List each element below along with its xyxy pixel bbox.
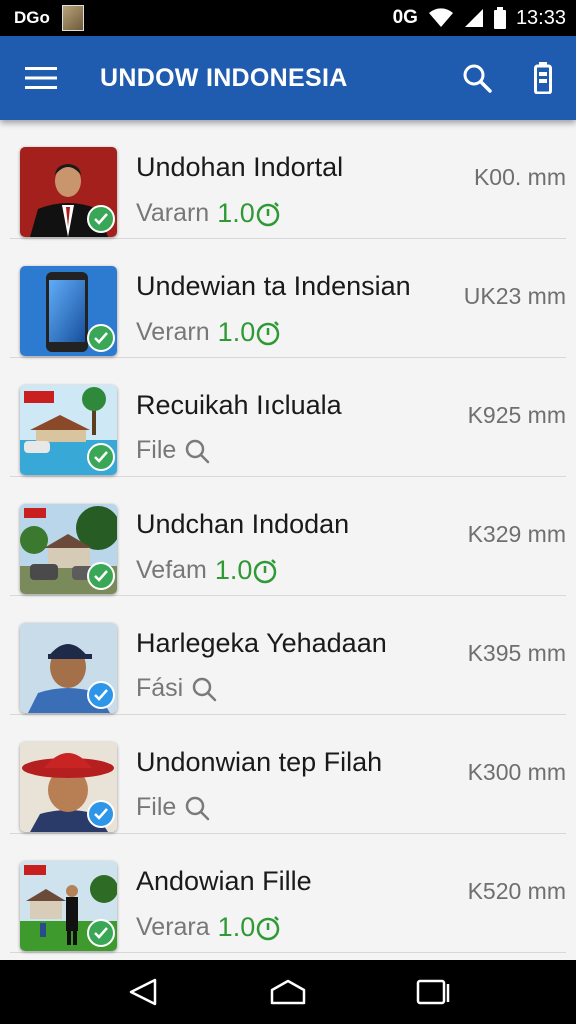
back-icon bbox=[129, 978, 156, 1006]
search-button[interactable] bbox=[444, 36, 510, 120]
back-button[interactable] bbox=[113, 962, 173, 1022]
version-clock-icon bbox=[256, 201, 279, 226]
verified-badge-icon bbox=[87, 324, 115, 352]
search-icon bbox=[186, 439, 210, 463]
item-subtitle: Fási bbox=[136, 674, 184, 702]
version-clock-icon bbox=[256, 320, 280, 345]
item-size: UK23 mm bbox=[463, 283, 566, 309]
signal-icon bbox=[464, 9, 483, 27]
item-title: Undchan Indodan bbox=[136, 509, 350, 539]
wifi-icon bbox=[428, 8, 453, 27]
item-thumbnail bbox=[20, 623, 117, 713]
navigation-bar bbox=[0, 960, 576, 1024]
list-item[interactable]: Undewian ta Indensian Verarn 1.0 UK23 mm bbox=[10, 239, 566, 358]
item-subtitle: Vararn bbox=[136, 199, 210, 227]
item-thumbnail bbox=[20, 266, 117, 356]
search-icon bbox=[186, 796, 210, 820]
app-title: UNDOW INDONESIA bbox=[100, 63, 348, 92]
item-thumbnail bbox=[20, 861, 117, 951]
status-bar: DGo 0G 13:33 bbox=[0, 0, 576, 36]
item-thumbnail bbox=[20, 385, 117, 475]
list-item[interactable]: Undonwian tep Filah File K300 mm bbox=[10, 715, 566, 834]
item-version: 1.0 bbox=[217, 317, 256, 347]
item-size: K329 mm bbox=[467, 521, 566, 547]
list-item[interactable]: Harlegeka Yehadaan Fási K395 mm bbox=[10, 596, 566, 715]
home-button[interactable] bbox=[258, 962, 318, 1022]
notification-image-icon bbox=[61, 5, 84, 31]
item-subtitle: File bbox=[136, 793, 177, 821]
recents-icon bbox=[417, 979, 450, 1005]
search-icon bbox=[192, 677, 217, 701]
menu-icon bbox=[25, 67, 57, 89]
version-clock-icon bbox=[254, 558, 277, 583]
battery-button[interactable] bbox=[510, 36, 576, 120]
item-version: 1.0 bbox=[214, 555, 253, 585]
item-thumbnail bbox=[20, 742, 117, 832]
recents-button[interactable] bbox=[403, 962, 463, 1022]
item-version: 1.0 bbox=[217, 198, 255, 228]
item-title: Undohan Indortal bbox=[136, 152, 344, 182]
item-size: K300 mm bbox=[467, 759, 566, 785]
item-title: Undewian ta Indensian bbox=[136, 271, 411, 301]
list-item[interactable]: Undchan Indodan Vefam 1.0 K329 mm bbox=[10, 477, 566, 596]
item-size: K925 mm bbox=[467, 402, 566, 428]
item-subtitle: Verarn bbox=[136, 318, 210, 346]
list-item[interactable]: Undohan Indortal Vararn 1.0 K00. mm bbox=[10, 120, 566, 239]
search-icon bbox=[463, 64, 492, 93]
carrier-label: DGo bbox=[14, 8, 50, 27]
item-thumbnail bbox=[20, 504, 117, 594]
item-title: Recuikah Iıcluala bbox=[136, 390, 342, 420]
version-clock-icon bbox=[256, 915, 280, 940]
item-size: K520 mm bbox=[467, 878, 566, 904]
file-list: Undohan Indortal Vararn 1.0 K00. mm Unde… bbox=[0, 120, 576, 960]
verified-badge-icon bbox=[87, 443, 115, 471]
item-subtitle: File bbox=[136, 436, 177, 464]
item-title: Harlegeka Yehadaan bbox=[136, 628, 387, 658]
verified-badge-icon bbox=[87, 681, 115, 709]
item-thumbnail bbox=[20, 147, 117, 237]
battery-icon bbox=[534, 62, 552, 94]
battery-status-icon bbox=[493, 7, 506, 29]
item-title: Andowian Fille bbox=[136, 866, 312, 896]
list-item[interactable]: Andowian Fille Verara 1.0 K520 mm bbox=[10, 834, 566, 953]
verified-badge-icon bbox=[87, 205, 115, 233]
home-icon bbox=[270, 979, 306, 1005]
list-item[interactable]: Recuikah Iıcluala File K925 mm bbox=[10, 358, 566, 477]
item-size: K00. mm bbox=[473, 164, 566, 190]
item-size: K395 mm bbox=[467, 640, 566, 666]
verified-badge-icon bbox=[87, 919, 115, 947]
clock: 13:33 bbox=[515, 6, 566, 29]
verified-badge-icon bbox=[87, 562, 115, 590]
network-label: 0G bbox=[392, 7, 418, 28]
item-subtitle: Verara bbox=[136, 913, 210, 941]
item-subtitle: Vefam bbox=[136, 556, 207, 584]
verified-badge-icon bbox=[87, 800, 115, 828]
menu-button[interactable] bbox=[0, 36, 82, 120]
app-bar: UNDOW INDONESIA bbox=[0, 36, 576, 120]
item-version: 1.0 bbox=[217, 912, 256, 942]
item-title: Undonwian tep Filah bbox=[136, 747, 383, 777]
